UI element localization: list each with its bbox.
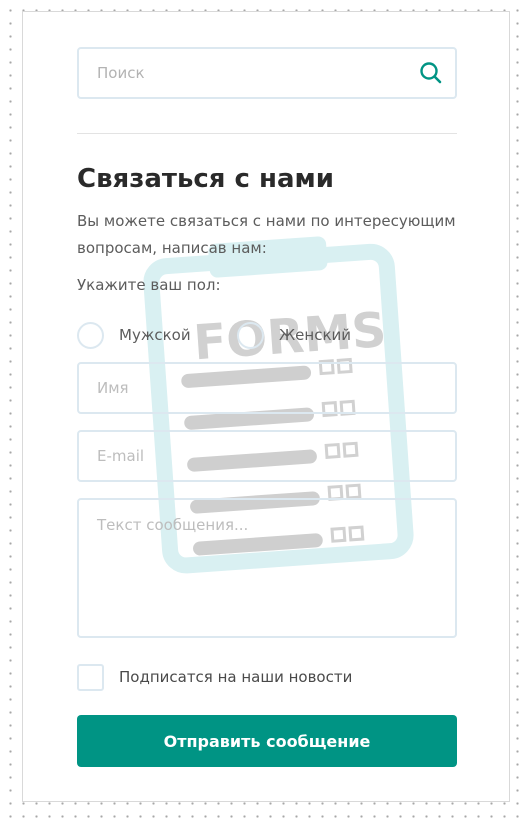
gender-label: Укажите ваш пол: (77, 276, 221, 294)
name-field[interactable] (77, 362, 457, 414)
form-description: Вы можете связаться с нами по интересующ… (77, 212, 456, 257)
page-title: Связаться с нами (77, 164, 334, 194)
checkbox-box[interactable] (77, 663, 104, 691)
radio-circle[interactable] (77, 321, 104, 349)
submit-button[interactable]: Отправить сообщение (77, 715, 457, 767)
contact-form: Связаться с нами Вы можете связаться с н… (23, 12, 511, 803)
form-panel: FORMS Поиск Связаться с нами Вы можете с… (22, 11, 510, 802)
search-input[interactable] (79, 49, 409, 97)
search-box (77, 47, 457, 99)
subscribe-checkbox[interactable]: Подписатся на наши новости (77, 663, 352, 691)
gender-option-label: Женский (279, 326, 351, 344)
gender-radio-male[interactable]: Мужской (77, 321, 191, 349)
search-icon[interactable] (417, 59, 445, 87)
gender-option-label: Мужской (119, 326, 191, 344)
gender-radio-female[interactable]: Женский (237, 321, 351, 349)
email-field[interactable] (77, 430, 457, 482)
radio-circle[interactable] (237, 321, 264, 349)
message-field[interactable] (77, 498, 457, 638)
subscribe-label: Подписатся на наши новости (119, 668, 353, 686)
divider (77, 133, 457, 134)
